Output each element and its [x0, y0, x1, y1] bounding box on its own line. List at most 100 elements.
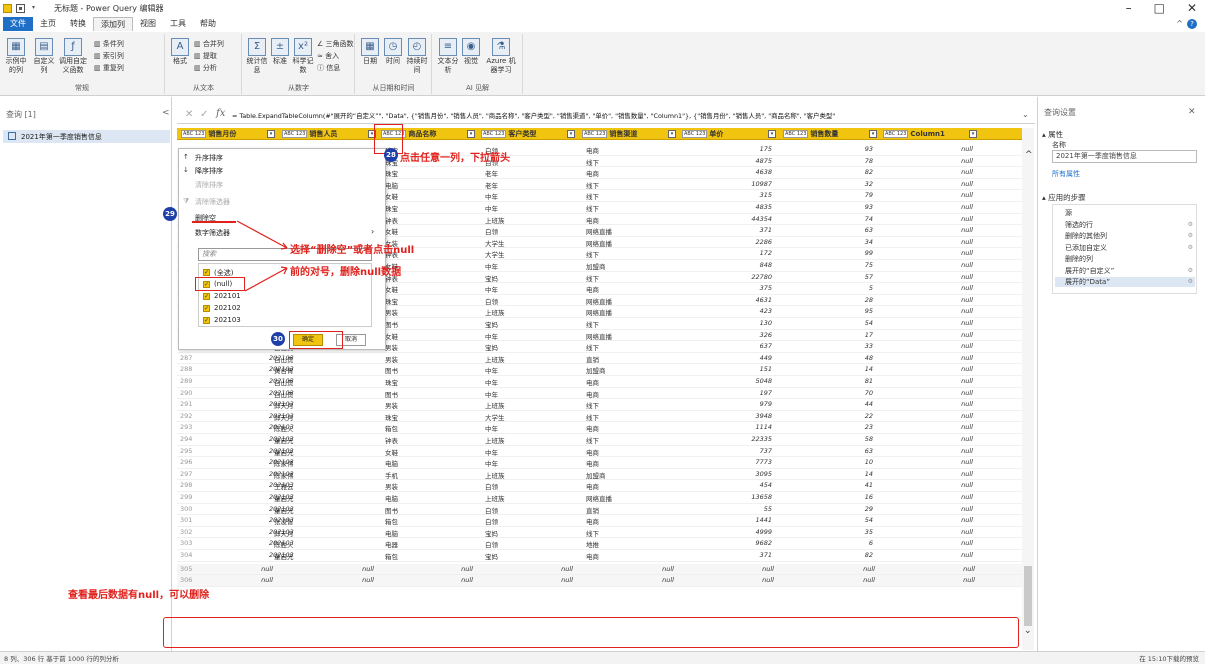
- table-cell[interactable]: 291: [180, 400, 192, 408]
- table-cell[interactable]: 5048: [682, 377, 772, 385]
- table-cell[interactable]: null: [282, 576, 374, 584]
- table-cell[interactable]: 294: [180, 435, 192, 443]
- table-cell[interactable]: null: [883, 215, 973, 223]
- trigonometry-button[interactable]: ∠ 三角函数: [317, 40, 354, 49]
- column-filter-dropdown-icon[interactable]: ▾: [467, 130, 475, 138]
- table-cell[interactable]: 2286: [682, 238, 772, 246]
- table-cell[interactable]: 中年: [485, 203, 498, 213]
- table-cell[interactable]: 箱包: [385, 516, 398, 526]
- table-cell[interactable]: 54: [783, 319, 873, 327]
- collapse-queries-icon[interactable]: <: [162, 108, 170, 118]
- table-cell[interactable]: null: [883, 481, 973, 489]
- table-cell[interactable]: 289: [180, 377, 192, 385]
- column-type-icon[interactable]: ABC 123: [582, 130, 608, 138]
- minimize-button[interactable]: –: [1126, 1, 1132, 15]
- table-cell[interactable]: null: [883, 273, 973, 281]
- table-row[interactable]: 290 202103 白山贵 图书 中年 电商 197 70 null: [177, 388, 1022, 400]
- gear-icon[interactable]: ⚙: [1188, 243, 1193, 253]
- table-cell[interactable]: 44354: [682, 215, 772, 223]
- text-analytics-button[interactable]: ≡ 文本分析: [437, 38, 459, 75]
- table-cell[interactable]: 95: [783, 307, 873, 315]
- table-cell[interactable]: null: [883, 238, 973, 246]
- table-cell[interactable]: 44: [783, 400, 873, 408]
- table-cell[interactable]: 中年: [485, 447, 498, 457]
- table-row[interactable]: 297 202103 陈家伟 手机 上班族 加盟商 3095 14 null: [177, 469, 1022, 481]
- column-header[interactable]: ABC 123 销售数量: [783, 128, 867, 140]
- close-button[interactable]: ✕: [1187, 1, 1197, 15]
- table-cell[interactable]: 网络直播: [586, 307, 612, 317]
- column-header[interactable]: ABC 123 销售渠道: [582, 128, 666, 140]
- table-cell[interactable]: 81: [783, 377, 873, 385]
- table-cell[interactable]: 箱包: [385, 551, 398, 561]
- table-cell[interactable]: 23: [783, 423, 873, 431]
- table-cell[interactable]: 线下: [586, 203, 599, 213]
- table-cell[interactable]: 珠宝: [385, 203, 398, 213]
- table-cell[interactable]: 加盟商: [586, 365, 606, 375]
- formula-confirm-icon[interactable]: ✓: [200, 109, 208, 120]
- table-cell[interactable]: 10987: [682, 180, 772, 188]
- table-cell[interactable]: 上班族: [485, 307, 505, 317]
- table-cell[interactable]: 17: [783, 331, 873, 339]
- table-cell[interactable]: 326: [682, 331, 772, 339]
- table-cell[interactable]: 钟表: [385, 215, 398, 225]
- table-cell[interactable]: 白山贵: [274, 354, 294, 364]
- table-cell[interactable]: 线下: [586, 435, 599, 445]
- table-cell[interactable]: 9682: [682, 539, 772, 547]
- table-cell[interactable]: null: [883, 354, 973, 362]
- table-cell[interactable]: 箱包: [385, 423, 398, 433]
- table-cell[interactable]: 41: [783, 481, 873, 489]
- table-cell[interactable]: 线下: [586, 342, 599, 352]
- table-row[interactable]: 305 null null null null null null null null: [177, 563, 1022, 576]
- column-filter-dropdown-icon[interactable]: ▾: [668, 130, 676, 138]
- table-cell[interactable]: null: [883, 528, 973, 536]
- settings-close-icon[interactable]: ✕: [1188, 107, 1196, 117]
- formula-cancel-icon[interactable]: ✕: [185, 109, 193, 120]
- table-cell[interactable]: 78: [783, 157, 873, 165]
- table-row[interactable]: 293 202103 陈胜火 箱包 中年 电商 1114 23 null: [177, 422, 1022, 434]
- table-cell[interactable]: 315: [682, 191, 772, 199]
- table-cell[interactable]: 637: [682, 342, 772, 350]
- column-header[interactable]: ABC 123 单价: [682, 128, 766, 140]
- table-cell[interactable]: 979: [682, 400, 772, 408]
- table-cell[interactable]: 宝妈: [485, 319, 498, 329]
- table-cell[interactable]: 上班族: [485, 435, 505, 445]
- gear-icon[interactable]: ⚙: [1188, 231, 1193, 241]
- table-cell[interactable]: 图书: [385, 365, 398, 375]
- table-cell[interactable]: 童启光: [274, 505, 294, 515]
- table-cell[interactable]: 电脑: [385, 493, 398, 503]
- table-cell[interactable]: null: [883, 565, 975, 573]
- table-cell[interactable]: 4835: [682, 203, 772, 211]
- applied-step[interactable]: 删除的其他列 ⚙: [1055, 231, 1195, 241]
- table-cell[interactable]: 王雅云: [274, 481, 294, 491]
- table-cell[interactable]: null: [282, 565, 374, 573]
- all-properties-link[interactable]: 所有属性: [1052, 169, 1080, 179]
- column-type-icon[interactable]: ABC 123: [481, 130, 507, 138]
- table-row[interactable]: 289 202103 白山贵 珠宝 中年 电商 5048 81 null: [177, 376, 1022, 388]
- tab-home[interactable]: 主页: [33, 17, 63, 31]
- table-cell[interactable]: null: [883, 365, 973, 373]
- table-cell[interactable]: 电商: [586, 458, 599, 468]
- table-cell[interactable]: 老年: [485, 168, 498, 178]
- applied-step[interactable]: 已添加自定义 ⚙: [1055, 243, 1195, 253]
- table-cell[interactable]: 288: [180, 365, 192, 373]
- clear-filter-item[interactable]: 清除筛选器: [195, 197, 230, 207]
- table-cell[interactable]: 白领: [485, 481, 498, 491]
- table-cell[interactable]: 张凌智: [274, 516, 294, 526]
- statistics-button[interactable]: Σ 统计信息: [246, 38, 268, 75]
- table-cell[interactable]: null: [883, 470, 973, 478]
- table-cell[interactable]: 48: [783, 354, 873, 362]
- table-cell[interactable]: 中年: [485, 284, 498, 294]
- table-cell[interactable]: 737: [682, 447, 772, 455]
- table-cell[interactable]: 手机: [385, 470, 398, 480]
- table-cell[interactable]: null: [883, 145, 973, 153]
- table-cell[interactable]: 宝妈: [485, 551, 498, 561]
- save-icon[interactable]: ▪: [16, 3, 25, 13]
- tab-help[interactable]: 帮助: [193, 17, 223, 31]
- table-cell[interactable]: 白山贵: [274, 377, 294, 387]
- table-cell[interactable]: 大学生: [485, 238, 505, 248]
- table-cell[interactable]: 297: [180, 470, 192, 478]
- table-cell[interactable]: null: [883, 400, 973, 408]
- chevron-up-icon[interactable]: ^: [1025, 150, 1033, 160]
- table-cell[interactable]: 22: [783, 412, 873, 420]
- table-cell[interactable]: 男装: [385, 342, 398, 352]
